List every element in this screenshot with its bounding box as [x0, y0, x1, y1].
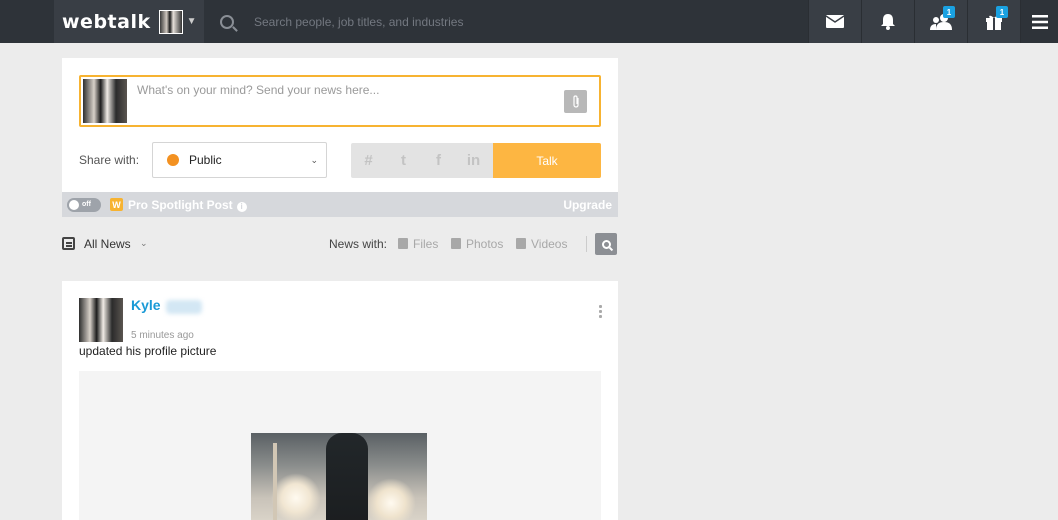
webtalk-badge-icon: W [110, 198, 123, 211]
photo-icon [451, 238, 461, 249]
share-visibility-select[interactable]: Public ⌄ [152, 142, 327, 178]
search-input[interactable] [254, 14, 754, 29]
toggle-label: off [82, 201, 91, 208]
author-avatar[interactable] [79, 298, 123, 342]
photo-detail [273, 443, 277, 520]
filter-videos[interactable]: Videos [516, 237, 567, 251]
twitter-icon[interactable]: t [386, 152, 421, 169]
brand-area: webtalk ▼ [54, 0, 204, 43]
chevron-down-icon[interactable]: ⌄ [140, 238, 148, 249]
upgrade-link[interactable]: Upgrade [563, 198, 612, 212]
post-input[interactable] [137, 83, 537, 97]
author-surname-redacted [166, 300, 202, 314]
menu-icon [1031, 14, 1048, 29]
filter-photos[interactable]: Photos [451, 237, 503, 251]
divider [586, 236, 587, 252]
photo-light [366, 478, 416, 520]
spotlight-toggle[interactable]: off [67, 197, 101, 212]
all-news-dropdown[interactable]: All News [84, 237, 131, 251]
video-icon [516, 238, 526, 249]
news-filter-row: All News ⌄ News with: Files Photos Video… [62, 232, 618, 256]
photo-light [271, 473, 321, 520]
share-visibility-value: Public [189, 153, 222, 167]
mail-icon [826, 15, 844, 28]
toggle-knob [69, 199, 79, 210]
post-media [79, 371, 601, 520]
globe-icon [167, 154, 179, 166]
photo-figure [326, 433, 368, 520]
top-navigation-bar: webtalk ▼ 1 1 [0, 0, 1058, 43]
search-area [204, 0, 804, 43]
top-icons: 1 1 [808, 0, 1058, 43]
filter-videos-label: Videos [531, 237, 568, 251]
spotlight-bar: off W Pro Spotlight Post i Upgrade [62, 192, 618, 217]
facebook-icon[interactable]: f [421, 152, 456, 169]
mail-button[interactable] [808, 0, 861, 43]
profile-photo[interactable] [251, 433, 427, 520]
news-icon [62, 237, 75, 250]
hashtag-icon[interactable]: # [351, 152, 386, 169]
gifts-badge: 1 [996, 6, 1008, 18]
social-share-bar: # t f in Talk [351, 143, 601, 178]
profile-avatar[interactable] [158, 9, 183, 34]
share-with-label: Share with: [79, 153, 140, 167]
talk-button[interactable]: Talk [493, 143, 601, 178]
filter-photos-label: Photos [466, 237, 504, 251]
composer-avatar [83, 79, 127, 123]
filter-files-label: Files [413, 237, 439, 251]
contacts-badge: 1 [943, 6, 955, 18]
chevron-down-icon: ⌄ [310, 155, 318, 165]
filter-files[interactable]: Files [398, 237, 438, 251]
spotlight-label-text: Pro Spotlight Post [128, 197, 233, 212]
attach-button[interactable] [564, 90, 587, 113]
search-icon [220, 14, 234, 29]
paperclip-icon [572, 95, 579, 108]
news-with-label: News with: [329, 237, 388, 251]
spotlight-label: Pro Spotlight Post i [128, 198, 247, 212]
info-icon[interactable]: i [236, 201, 247, 212]
post-timestamp: 5 minutes ago [131, 330, 194, 341]
post-box[interactable] [79, 75, 601, 127]
search-icon [601, 239, 611, 249]
chevron-down-icon[interactable]: ▼ [187, 16, 197, 27]
webtalk-logo[interactable]: webtalk [62, 11, 151, 33]
file-icon [398, 238, 408, 249]
more-options-icon[interactable] [599, 304, 602, 318]
post-text: updated his profile picture [79, 344, 217, 358]
contacts-button[interactable]: 1 [914, 0, 967, 43]
linkedin-icon[interactable]: in [456, 152, 491, 169]
bell-icon [881, 13, 895, 30]
menu-button[interactable] [1020, 0, 1058, 43]
author-name[interactable]: Kyle [131, 297, 161, 313]
post-composer: Share with: Public ⌄ # t f in Talk off W… [62, 58, 618, 217]
gifts-button[interactable]: 1 [967, 0, 1020, 43]
feed-post: Kyle 5 minutes ago updated his profile p… [62, 281, 618, 520]
filter-search-button[interactable] [595, 233, 617, 255]
notifications-button[interactable] [861, 0, 914, 43]
